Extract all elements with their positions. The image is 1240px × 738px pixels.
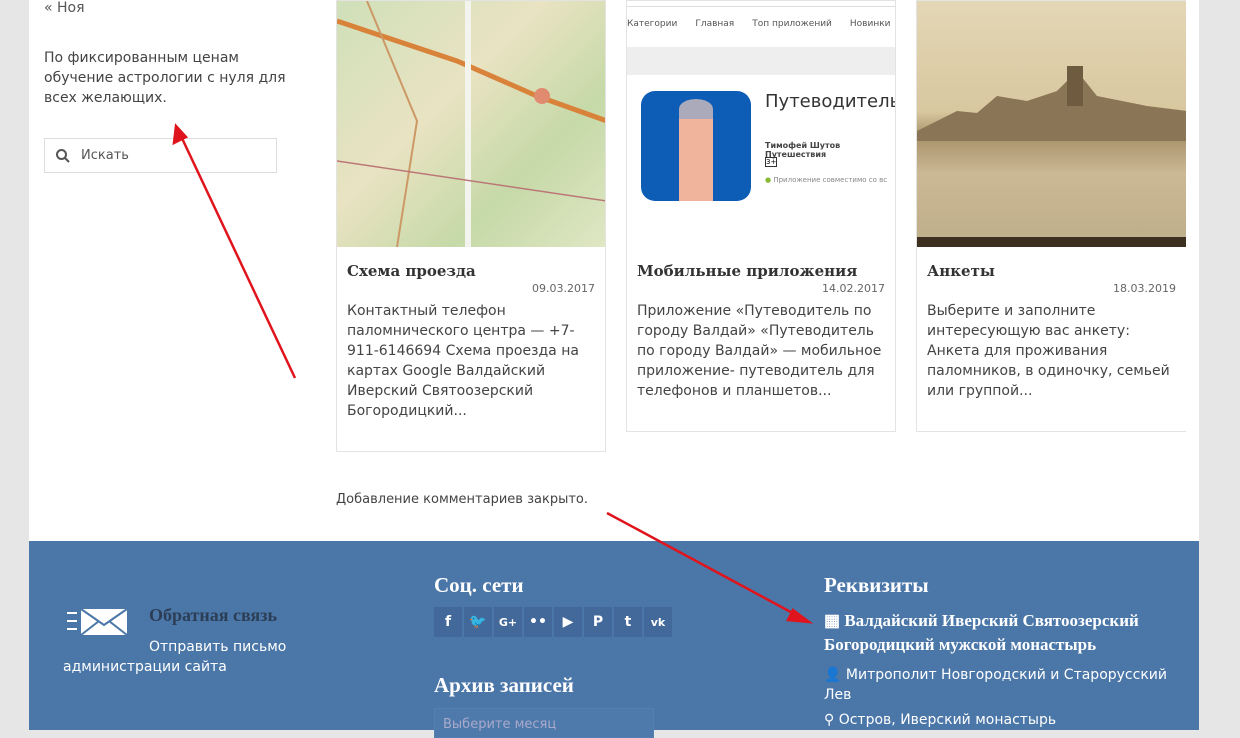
post-date: 14.02.2017 bbox=[822, 282, 885, 295]
shot-author: Тимофей Шутов bbox=[765, 141, 841, 150]
shot-nav: Топ приложений bbox=[752, 19, 832, 29]
tumblr-icon[interactable]: t bbox=[614, 607, 642, 637]
archive-title: Архив записей bbox=[434, 673, 574, 697]
post-title[interactable]: Анкеты bbox=[927, 262, 1176, 280]
social-icons: f 🐦 G+ •• ▶ P t vk bbox=[434, 607, 672, 637]
head-name: Митрополит Новгородский и Старорусский Л… bbox=[824, 667, 1167, 703]
twitter-icon[interactable]: 🐦 bbox=[464, 607, 492, 637]
flickr-icon[interactable]: •• bbox=[524, 607, 552, 637]
app-screenshot-image[interactable]: Категории Главная Топ приложений Новинки Пу… bbox=[627, 1, 895, 247]
archive-month-select[interactable]: Выберите месяц bbox=[434, 708, 654, 738]
engraving-image[interactable] bbox=[917, 1, 1186, 247]
app-icon bbox=[641, 91, 751, 201]
social-title: Соц. сети bbox=[434, 573, 524, 597]
location-icon: ⚲ bbox=[824, 712, 839, 728]
post-excerpt: Выберите и заполните интересующую вас ан… bbox=[927, 303, 1170, 399]
footer: Обратная связь Отправить письмо админист… bbox=[29, 541, 1199, 738]
org-name: Валдайский Иверский Святоозерский Богоро… bbox=[824, 611, 1139, 654]
pinterest-icon[interactable]: P bbox=[584, 607, 612, 637]
sidebar-description: По фиксированным ценам обучение астролог… bbox=[44, 50, 286, 106]
post-date: 18.03.2019 bbox=[1113, 282, 1176, 295]
building-icon: ▦ bbox=[824, 611, 845, 630]
comments-closed-notice: Добавление комментариев закрыто. bbox=[336, 492, 588, 507]
facebook-icon[interactable]: f bbox=[434, 607, 462, 637]
map-image[interactable] bbox=[337, 1, 605, 247]
google-plus-icon[interactable]: G+ bbox=[494, 607, 522, 637]
feedback-text[interactable]: Отправить письмо администрации сайта bbox=[63, 637, 293, 677]
search-input[interactable]: Искать bbox=[44, 138, 277, 173]
address: Остров, Иверский монастырь bbox=[838, 712, 1057, 728]
person-icon: 👤 bbox=[824, 667, 846, 683]
post-title[interactable]: Мобильные приложения bbox=[637, 262, 885, 280]
shot-nav: Категории bbox=[627, 19, 678, 29]
search-icon bbox=[56, 148, 70, 163]
vk-icon[interactable]: vk bbox=[644, 607, 672, 637]
feedback-title[interactable]: Обратная связь bbox=[149, 605, 277, 626]
shot-age: 3+ bbox=[765, 157, 778, 167]
prev-month-link[interactable]: « Ноя bbox=[44, 0, 85, 16]
shot-nav: Новинки bbox=[849, 19, 891, 29]
post-card[interactable]: Схема проезда 09.03.2017 Контактный теле… bbox=[336, 0, 606, 452]
post-card[interactable]: Категории Главная Топ приложений Новинки Пу… bbox=[626, 0, 896, 432]
search-placeholder: Искать bbox=[81, 148, 129, 163]
post-title[interactable]: Схема проезда bbox=[347, 262, 595, 280]
post-date: 09.03.2017 bbox=[532, 282, 595, 295]
requisites-title: Реквизиты bbox=[824, 573, 929, 597]
post-card[interactable]: Анкеты 18.03.2019 Выберите и заполните и… bbox=[916, 0, 1186, 432]
mail-icon bbox=[67, 608, 128, 636]
post-excerpt: Приложение «Путеводитель по городу Валда… bbox=[637, 303, 882, 399]
shot-nav: Главная bbox=[695, 19, 735, 29]
youtube-icon[interactable]: ▶ bbox=[554, 607, 582, 637]
shot-app-title: Путеводитель по Валдай bbox=[765, 91, 895, 112]
post-excerpt: Контактный телефон паломнического центра… bbox=[347, 303, 579, 419]
shot-compat: Приложение совместимо со вс bbox=[773, 176, 888, 184]
